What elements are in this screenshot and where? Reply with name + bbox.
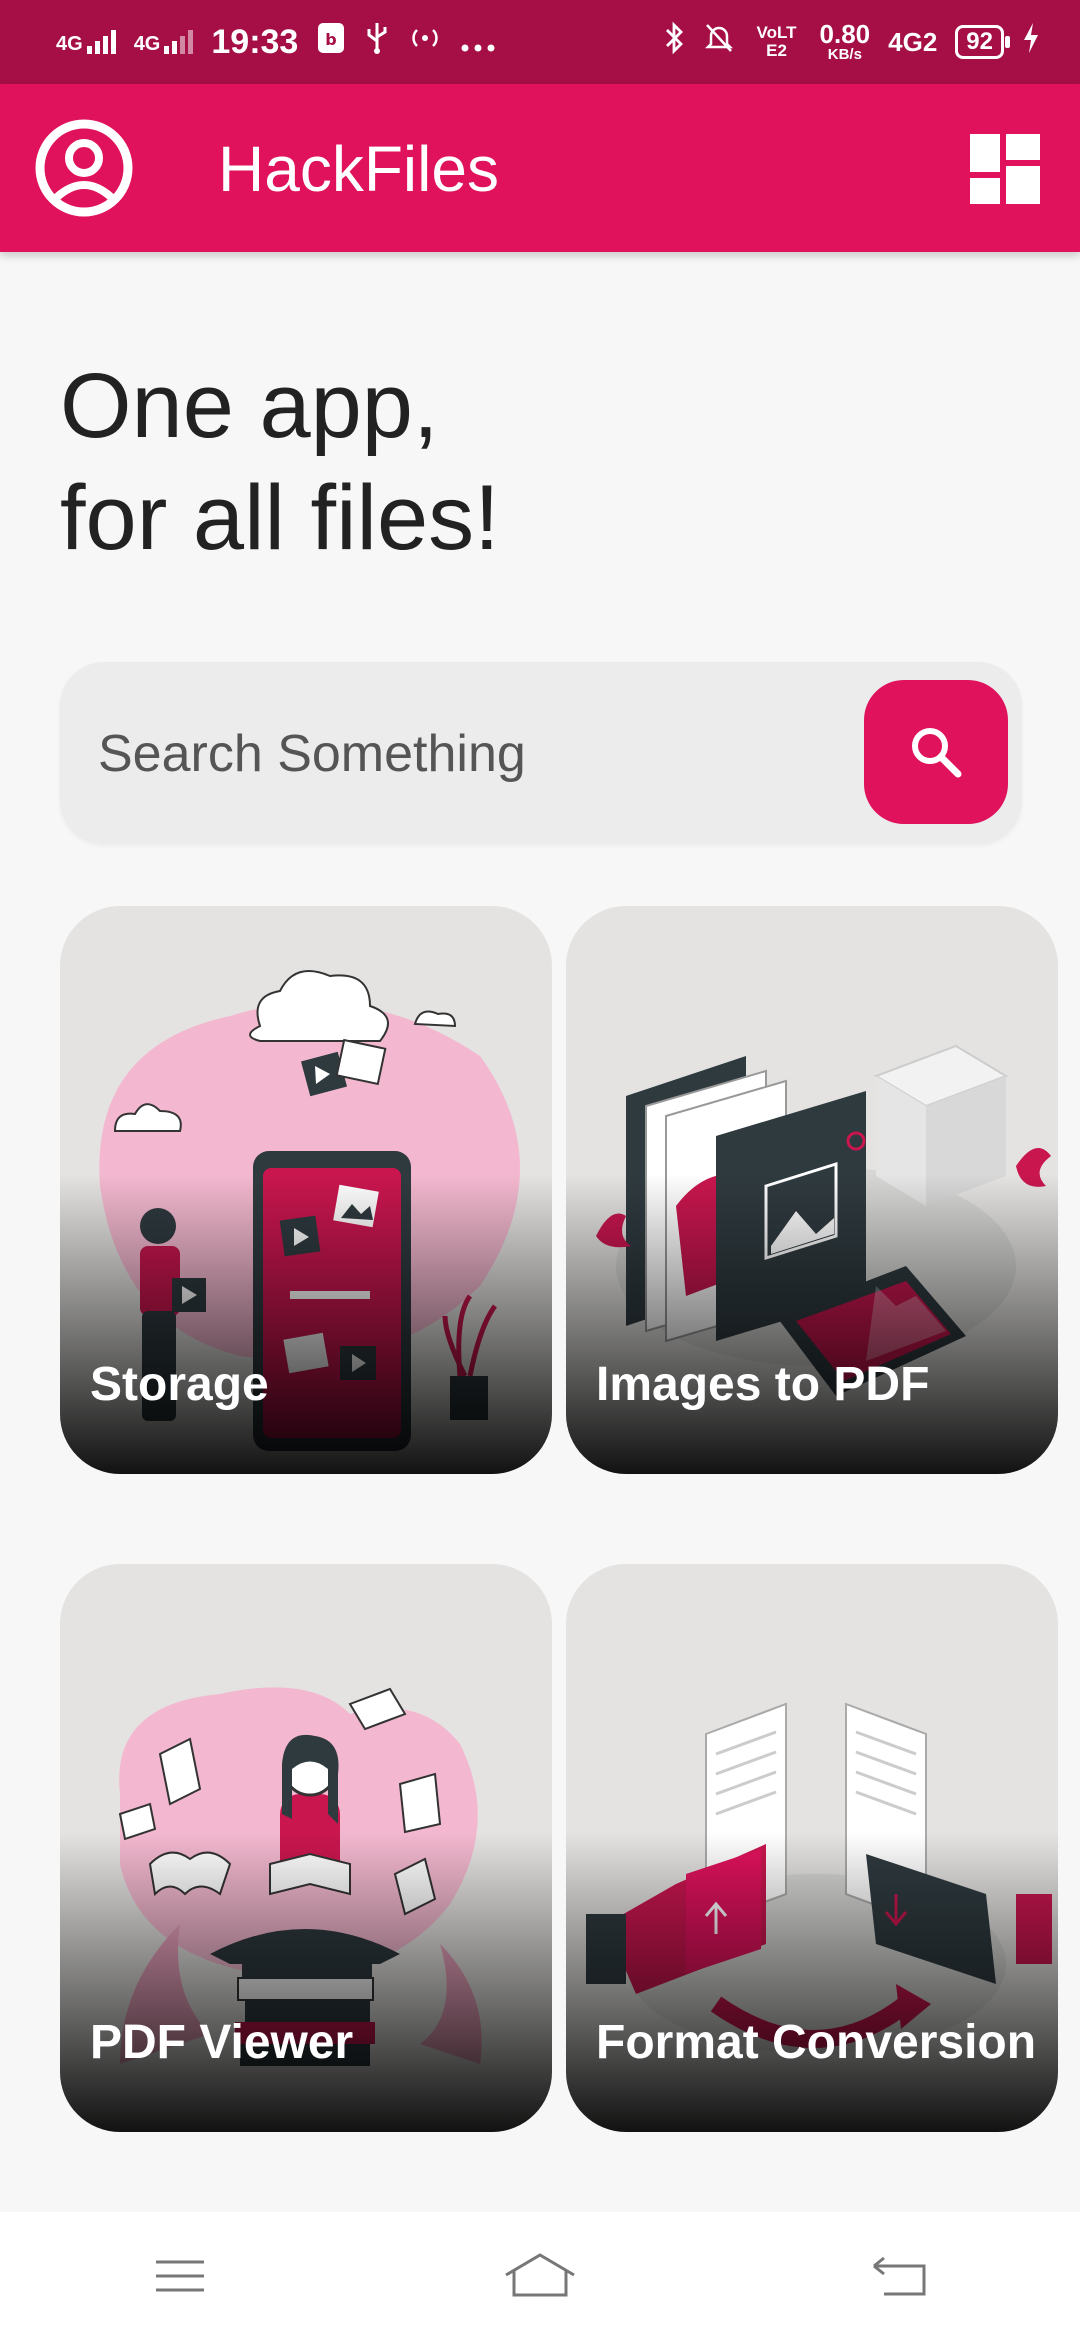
headline-line-1: One app, (60, 355, 439, 457)
search-button[interactable] (864, 680, 1008, 824)
card-shade (60, 1832, 552, 2132)
format-conversion-card-label: Format Conversion (596, 2016, 1037, 2069)
status-bar: 4G 4G 19:33 b VoLTE2 0.80 KB/s 4G2 92 (0, 0, 1080, 84)
hotspot-icon (408, 23, 442, 62)
volte-indicator: VoLTE2 (756, 23, 797, 60)
account-circle-icon (35, 119, 133, 217)
card-shade (60, 1174, 552, 1474)
storage-card-label: Storage (90, 1358, 269, 1411)
card-shade (566, 1174, 1058, 1474)
signal-bars-icon (164, 30, 194, 54)
card-shade (566, 1832, 1058, 2132)
signal-2: 4G (134, 30, 194, 54)
network-type-2: 4G (133, 33, 161, 55)
sim-icon: b (316, 21, 346, 64)
net-speed-unit: KB/s (827, 46, 862, 63)
search-input[interactable] (96, 712, 860, 796)
nav-home-button[interactable] (495, 2241, 585, 2311)
layout-toggle-button[interactable] (970, 134, 1040, 204)
more-dots-icon (460, 23, 496, 62)
clock: 19:33 (211, 22, 299, 61)
format-conversion-card[interactable]: Format Conversion (566, 1564, 1058, 2132)
images-to-pdf-card[interactable]: Images to PDF (566, 906, 1058, 1474)
pdf-viewer-card-label: PDF Viewer (90, 2016, 354, 2069)
network-type-1: 4G (56, 33, 83, 55)
app-bar: HackFiles (0, 84, 1080, 252)
headline-line-2: for all files! (60, 467, 500, 569)
network-type-3: 4G2 (888, 26, 938, 57)
dashboard-layout-icon (970, 134, 1040, 204)
menu-icon (156, 2260, 204, 2292)
battery-indicator: 92 (955, 25, 1010, 59)
charging-icon (1022, 21, 1040, 64)
bluetooth-icon (664, 21, 686, 64)
home-icon (505, 2253, 575, 2297)
search-icon (912, 728, 962, 778)
storage-card[interactable]: Storage (60, 906, 552, 1474)
app-title: HackFiles (218, 133, 499, 205)
images-to-pdf-card-label: Images to PDF (596, 1358, 930, 1411)
headline: One app, for all files! (60, 350, 500, 574)
signal-bars-icon (86, 30, 116, 54)
signal-1: 4G (56, 30, 116, 54)
svg-text:b: b (326, 30, 337, 49)
search-bar (60, 662, 1022, 844)
pdf-viewer-card[interactable]: PDF Viewer (60, 1564, 552, 2132)
nav-back-button[interactable] (855, 2241, 945, 2311)
account-button[interactable] (34, 118, 134, 218)
back-icon (873, 2256, 926, 2296)
status-right: VoLTE2 0.80 KB/s 4G2 92 (664, 21, 1040, 64)
system-nav-bar (0, 2212, 1080, 2340)
net-speed-value: 0.80 (819, 19, 871, 49)
usb-icon (364, 21, 390, 64)
status-left: 4G 4G 19:33 b (56, 21, 496, 64)
net-speed: 0.80 KB/s (820, 21, 871, 63)
nav-menu-button[interactable] (135, 2241, 225, 2311)
mute-bell-icon (704, 22, 734, 63)
